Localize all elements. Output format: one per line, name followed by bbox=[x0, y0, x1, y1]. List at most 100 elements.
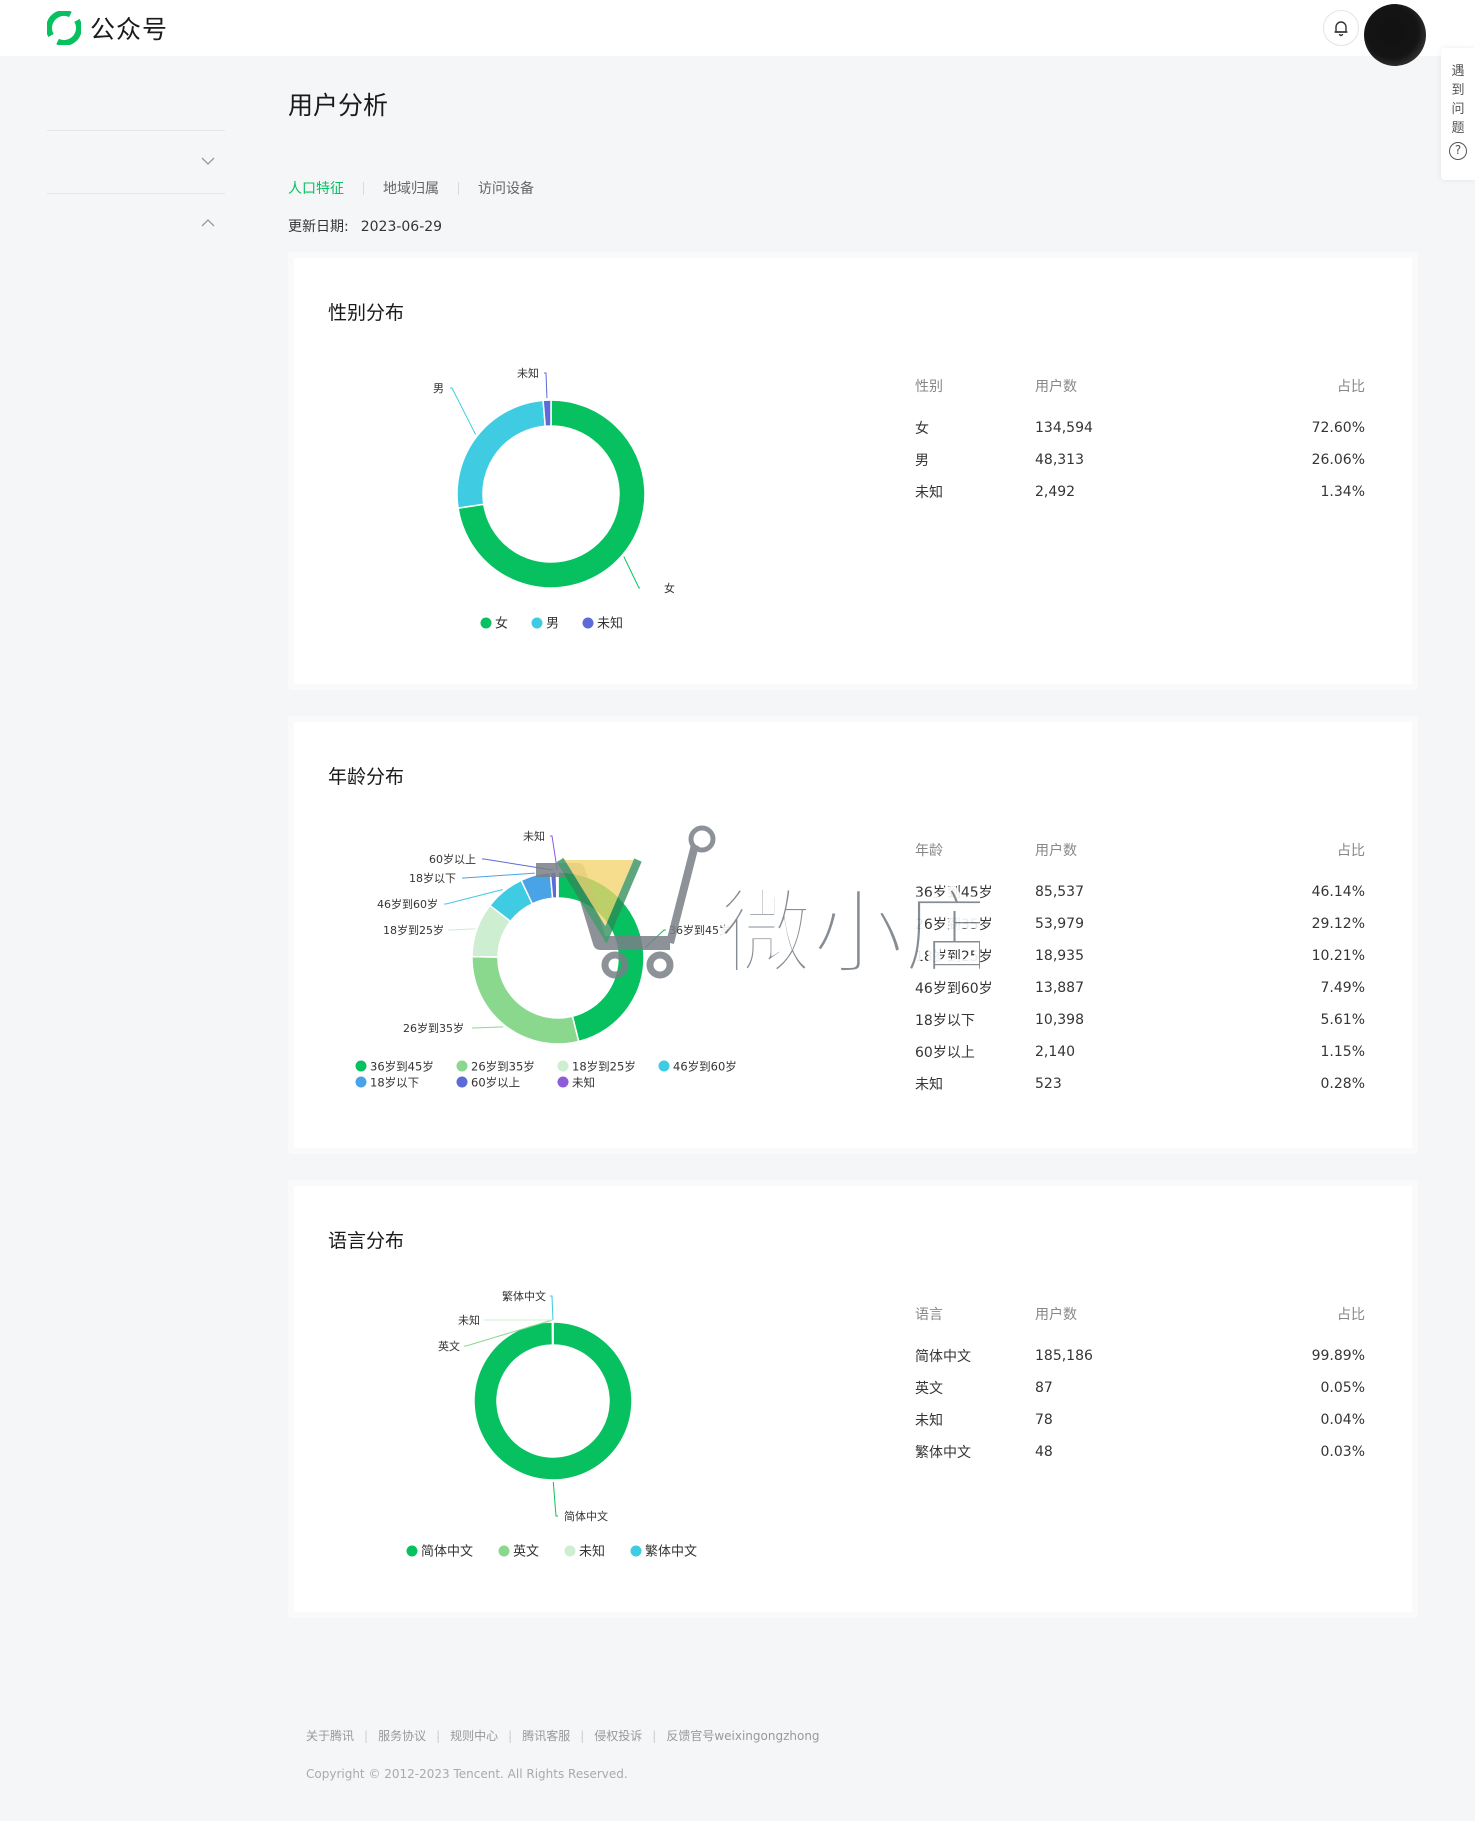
table-cell-count: 2,492 bbox=[1035, 484, 1076, 500]
age-table: 年龄 用户数 占比 36岁到45岁 85,537 46.14% 26岁到35岁 53,… bbox=[915, 840, 1365, 1100]
table-cell-name: 简体中文 bbox=[915, 1349, 971, 1365]
column-header: 语言 bbox=[915, 1307, 943, 1323]
avatar[interactable] bbox=[1364, 4, 1426, 66]
tab-region[interactable]: 地域归属 bbox=[383, 178, 439, 198]
legend-item[interactable]: 46岁到60岁 bbox=[658, 1060, 737, 1074]
table-cell-pct: 0.04% bbox=[1320, 1412, 1365, 1428]
slice-label: 18岁到25岁 bbox=[383, 923, 444, 937]
legend-item[interactable]: 26岁到35岁 bbox=[456, 1060, 535, 1074]
donut-slice[interactable] bbox=[555, 871, 559, 899]
tab-divider bbox=[458, 181, 459, 195]
chevron-down-icon[interactable] bbox=[201, 156, 215, 166]
legend-label: 26岁到35岁 bbox=[471, 1060, 535, 1074]
legend-swatch bbox=[564, 1545, 576, 1557]
table-cell-name: 18岁到25岁 bbox=[915, 949, 993, 965]
legend-item[interactable]: 简体中文 bbox=[406, 1544, 474, 1560]
age-card: 年龄分布 36岁到45岁 26岁到35岁 18岁到25岁 46岁到60岁 18岁以下 60… bbox=[288, 716, 1418, 1154]
slice-label: 繁体中文 bbox=[502, 1289, 546, 1303]
legend-swatch bbox=[498, 1545, 510, 1557]
footer-separator: | bbox=[436, 1728, 441, 1743]
legend-item[interactable]: 未知 bbox=[582, 616, 624, 632]
donut-slice[interactable] bbox=[471, 955, 580, 1045]
chevron-up-icon[interactable] bbox=[201, 218, 215, 228]
slice-label: 46岁到60岁 bbox=[377, 897, 438, 911]
sidebar-divider bbox=[47, 130, 225, 131]
table-cell-count: 13,887 bbox=[1035, 980, 1084, 996]
legend-item[interactable]: 未知 bbox=[557, 1076, 596, 1090]
table-row: 未知 78 0.04% bbox=[915, 1404, 1365, 1436]
donut-slice[interactable] bbox=[542, 399, 552, 428]
legend-label: 男 bbox=[546, 617, 559, 632]
table-cell-pct: 0.03% bbox=[1320, 1444, 1365, 1460]
column-header: 用户数 bbox=[1035, 379, 1077, 395]
legend-item[interactable]: 18岁以下 bbox=[355, 1076, 420, 1090]
table-cell-count: 134,594 bbox=[1035, 420, 1093, 436]
legend-swatch bbox=[355, 1076, 367, 1088]
legend-item[interactable]: 男 bbox=[531, 617, 560, 632]
slice-label: 未知 bbox=[517, 366, 539, 380]
table-header: 年龄 用户数 占比 bbox=[915, 840, 1365, 862]
footer-link[interactable]: 腾讯客服 bbox=[522, 1727, 570, 1744]
table-cell-name: 26岁到35岁 bbox=[915, 917, 993, 933]
legend-item[interactable]: 未知 bbox=[564, 1544, 606, 1560]
table-row: 18岁到25岁 18,935 10.21% bbox=[915, 940, 1365, 972]
table-row: 繁体中文 48 0.03% bbox=[915, 1436, 1365, 1468]
legend-item[interactable]: 60岁以上 bbox=[456, 1076, 521, 1090]
legend-item[interactable]: 36岁到45岁 bbox=[355, 1060, 434, 1074]
table-cell-count: 10,398 bbox=[1035, 1012, 1084, 1028]
sidebar-divider bbox=[47, 193, 225, 194]
legend-label: 未知 bbox=[572, 1076, 595, 1090]
age-donut-chart: 36岁到45岁 26岁到35岁 18岁到25岁 46岁到60岁 18岁以下 60岁以上 未知… bbox=[355, 829, 737, 1090]
legend-label: 18岁到25岁 bbox=[572, 1060, 636, 1074]
table-cell-pct: 1.34% bbox=[1320, 484, 1365, 500]
gender-card: 性别分布 女男未知女男未知 性别 用户数 占比 女 134,594 72.60% 男… bbox=[288, 252, 1418, 690]
footer-link[interactable]: 侵权投诉 bbox=[594, 1727, 642, 1744]
help-float-button[interactable]: 遇到问题 ? bbox=[1441, 48, 1475, 180]
legend-item[interactable]: 繁体中文 bbox=[630, 1544, 698, 1560]
legend-swatch bbox=[456, 1060, 468, 1072]
footer-link[interactable]: 关于腾讯 bbox=[306, 1727, 354, 1744]
table-row: 英文 87 0.05% bbox=[915, 1372, 1365, 1404]
legend-item[interactable]: 18岁到25岁 bbox=[557, 1060, 636, 1074]
table-header: 语言 用户数 占比 bbox=[915, 1304, 1365, 1326]
table-cell-count: 48 bbox=[1035, 1444, 1053, 1460]
tab-device[interactable]: 访问设备 bbox=[478, 178, 534, 198]
column-header: 占比 bbox=[1337, 379, 1365, 395]
table-cell-name: 女 bbox=[915, 421, 929, 437]
table-header: 性别 用户数 占比 bbox=[915, 376, 1365, 398]
bell-icon bbox=[1334, 21, 1348, 37]
table-cell-name: 36岁到45岁 bbox=[915, 885, 993, 901]
table-row: 60岁以上 2,140 1.15% bbox=[915, 1036, 1365, 1068]
table-cell-count: 18,935 bbox=[1035, 948, 1084, 964]
callout-line bbox=[623, 556, 640, 589]
page-title: 用户分析 bbox=[288, 91, 389, 120]
wechat-mp-logo-icon bbox=[47, 11, 81, 45]
legend-label: 未知 bbox=[597, 616, 623, 632]
legend-swatch bbox=[456, 1076, 468, 1088]
gender-donut-chart: 女男未知女男未知 bbox=[433, 366, 675, 632]
legend-swatch bbox=[630, 1545, 642, 1557]
footer-link[interactable]: 反馈官号weixingongzhong bbox=[666, 1727, 819, 1744]
update-date-value: 2023-06-29 bbox=[360, 219, 443, 235]
footer-link[interactable]: 规则中心 bbox=[450, 1727, 498, 1744]
footer-link[interactable]: 服务协议 bbox=[378, 1727, 426, 1744]
copyright: Copyright © 2012-2023 Tencent. All Right… bbox=[306, 1767, 628, 1781]
table-cell-name: 繁体中文 bbox=[915, 1445, 971, 1461]
legend-label: 60岁以上 bbox=[471, 1076, 520, 1090]
update-date-label: 更新日期: bbox=[288, 219, 349, 235]
legend-label: 46岁到60岁 bbox=[673, 1060, 737, 1074]
table-cell-pct: 29.12% bbox=[1311, 916, 1365, 932]
table-cell-count: 78 bbox=[1035, 1412, 1053, 1428]
table-row: 26岁到35岁 53,979 29.12% bbox=[915, 908, 1365, 940]
table-cell-name: 未知 bbox=[915, 1077, 943, 1093]
donut-slice[interactable] bbox=[456, 399, 547, 509]
legend-item[interactable]: 英文 bbox=[498, 1545, 540, 1560]
column-header: 用户数 bbox=[1035, 843, 1077, 859]
legend-label: 36岁到45岁 bbox=[370, 1060, 434, 1074]
legend-label: 18岁以下 bbox=[370, 1076, 419, 1090]
legend-item[interactable]: 女 bbox=[480, 616, 509, 632]
tab-demographics[interactable]: 人口特征 bbox=[288, 178, 344, 198]
notification-button[interactable] bbox=[1323, 10, 1359, 46]
app-logo[interactable]: 公众号 bbox=[47, 11, 168, 45]
update-date: 更新日期: 2023-06-29 bbox=[288, 216, 442, 236]
